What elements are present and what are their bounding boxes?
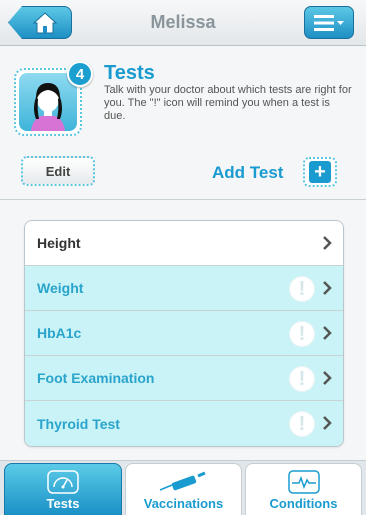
tab-bar: Tests Vaccinations Conditions: [0, 460, 366, 515]
chevron-right-icon: [323, 326, 332, 340]
tab-label: Conditions: [269, 496, 338, 511]
heartbeat-icon: [287, 470, 320, 494]
menu-button[interactable]: [304, 6, 354, 39]
tests-list: Height Weight ! HbA1c ! Foot Examination…: [24, 220, 344, 447]
list-item-hba1c[interactable]: HbA1c !: [25, 311, 343, 356]
gauge-icon: [47, 470, 79, 494]
list-item-thyroid-test[interactable]: Thyroid Test !: [25, 401, 343, 446]
add-test-button[interactable]: +: [303, 157, 337, 187]
alert-icon: !: [289, 411, 315, 437]
list-item-foot-examination[interactable]: Foot Examination !: [25, 356, 343, 401]
chevron-right-icon: [323, 236, 332, 250]
list-item-label: HbA1c: [37, 325, 82, 341]
chevron-right-icon: [323, 416, 332, 430]
section-description: Talk with your doctor about which tests …: [104, 84, 352, 122]
add-test-label[interactable]: Add Test: [212, 163, 283, 183]
plus-icon: +: [309, 161, 331, 183]
tab-conditions[interactable]: Conditions: [245, 463, 362, 515]
tab-label: Tests: [46, 496, 80, 511]
divider: [0, 199, 366, 200]
menu-list-icon: [314, 14, 344, 31]
list-item-label: Foot Examination: [37, 370, 155, 386]
edit-button[interactable]: Edit: [21, 156, 95, 186]
top-bar: Melissa: [0, 0, 366, 46]
syringe-icon: [159, 471, 206, 491]
due-count-badge: 4: [67, 61, 93, 87]
list-item-label: Thyroid Test: [37, 415, 120, 432]
tab-vaccinations[interactable]: Vaccinations: [125, 463, 242, 515]
alert-icon: !: [289, 276, 315, 302]
list-item-height[interactable]: Height: [25, 221, 343, 266]
tab-label: Vaccinations: [143, 496, 224, 511]
list-item-label: Height: [37, 235, 81, 251]
chevron-right-icon: [323, 281, 332, 295]
girl-avatar-icon: [31, 83, 65, 131]
alert-icon: !: [289, 366, 315, 392]
list-item-label: Weight: [37, 280, 84, 296]
section-title: Tests: [104, 62, 155, 84]
tab-tests[interactable]: Tests: [4, 463, 122, 515]
list-item-weight[interactable]: Weight !: [25, 266, 343, 311]
chevron-right-icon: [323, 371, 332, 385]
alert-icon: !: [289, 321, 315, 347]
